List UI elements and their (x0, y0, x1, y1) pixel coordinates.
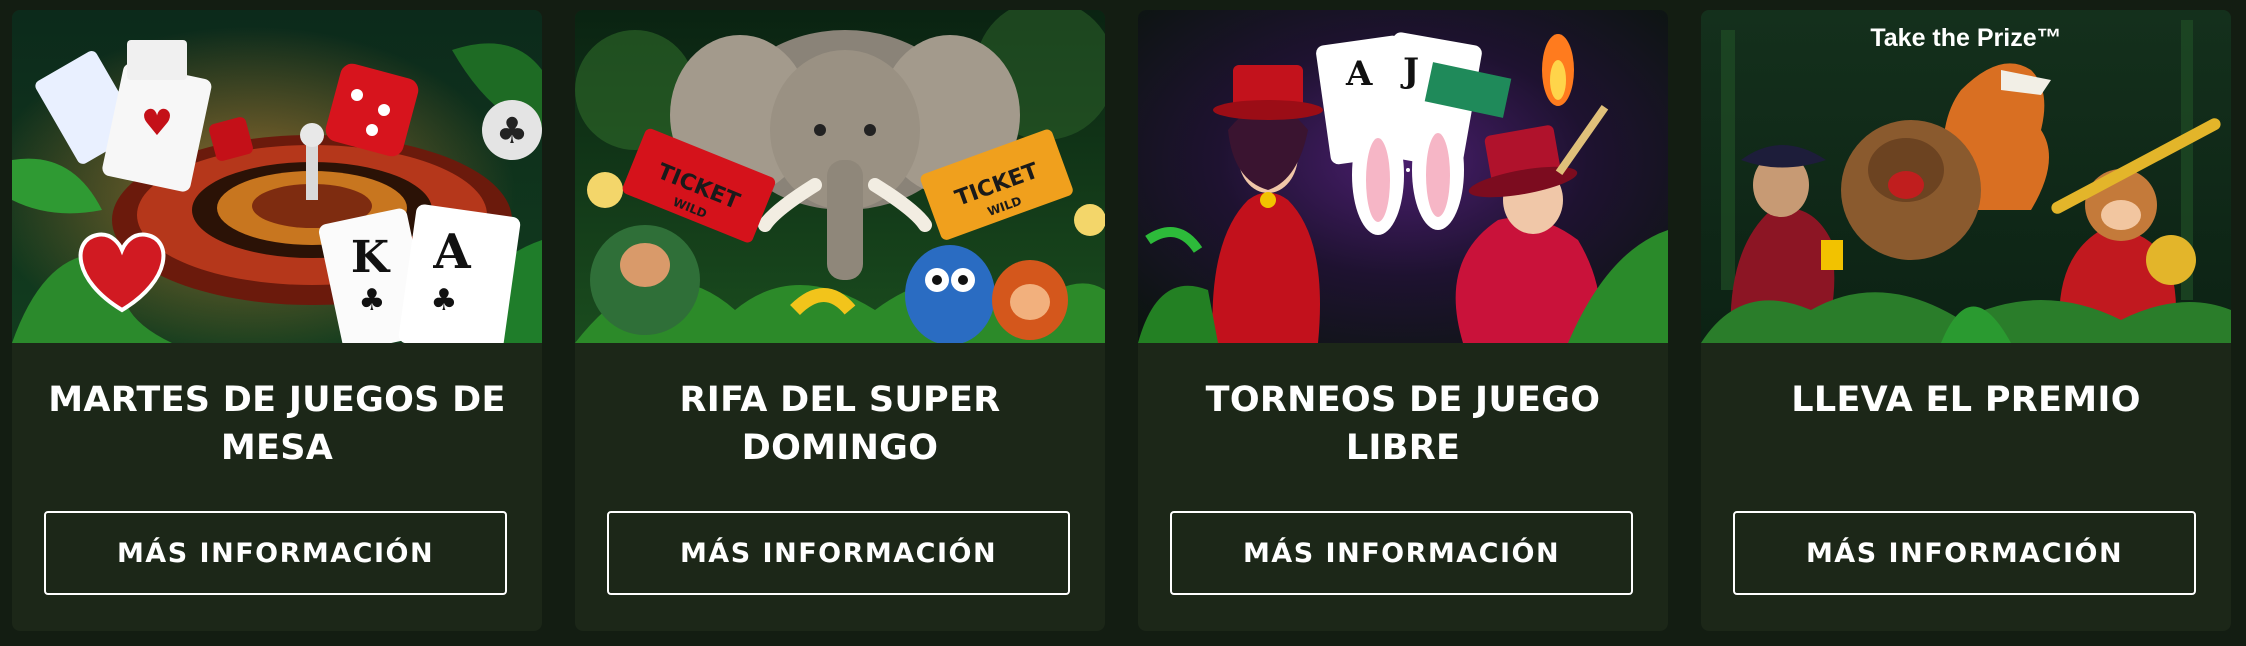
svg-text:J: J (1400, 51, 1419, 91)
promo-card: ♥ K A ♣ ♣ ♣ MARTES DE JUEGOS DE MESA MÁS… (12, 10, 542, 631)
promo-title: RIFA DEL SUPER DOMINGO (679, 380, 1001, 468)
more-info-button[interactable]: MÁS INFORMACIÓN (1170, 511, 1633, 595)
more-info-button[interactable]: MÁS INFORMACIÓN (607, 511, 1070, 595)
promo-image-roulette[interactable]: ♥ K A ♣ ♣ ♣ (12, 10, 542, 343)
promo-image-take-the-prize[interactable]: Take the Prize™ (1701, 10, 2231, 343)
promo-card: A J TORNEOS DE JUEGO LIBRE MÁS INFORMACI… (1138, 10, 1668, 631)
more-info-button[interactable]: MÁS INFORMACIÓN (44, 511, 507, 595)
svg-text:A: A (432, 224, 471, 280)
promo-card: Take the Prize™ LLEVA EL PREMIO MÁS INFO… (1701, 10, 2231, 631)
promo-image-elephant[interactable]: TICKET WILD TICKET WILD (575, 10, 1105, 343)
promo-title: MARTES DE JUEGOS DE MESA (48, 380, 506, 468)
svg-text:♣: ♣ (359, 283, 386, 318)
take-the-prize-logo: Take the Prize™ (1870, 24, 2062, 52)
promotions-grid: ♥ K A ♣ ♣ ♣ MARTES DE JUEGOS DE MESA MÁS… (12, 10, 2236, 631)
svg-text:K: K (351, 232, 391, 283)
svg-text:♣: ♣ (431, 283, 458, 318)
svg-text:♣: ♣ (496, 111, 528, 152)
promo-title: LLEVA EL PREMIO (1791, 380, 2141, 420)
svg-text:♥: ♥ (141, 103, 173, 144)
svg-text:A: A (1345, 54, 1373, 94)
promo-card: TICKET WILD TICKET WILD RIFA DEL SUPER D… (575, 10, 1105, 631)
promo-title: TORNEOS DE JUEGO LIBRE (1205, 380, 1601, 468)
promo-image-magician[interactable]: A J (1138, 10, 1668, 343)
more-info-button[interactable]: MÁS INFORMACIÓN (1733, 511, 2196, 595)
